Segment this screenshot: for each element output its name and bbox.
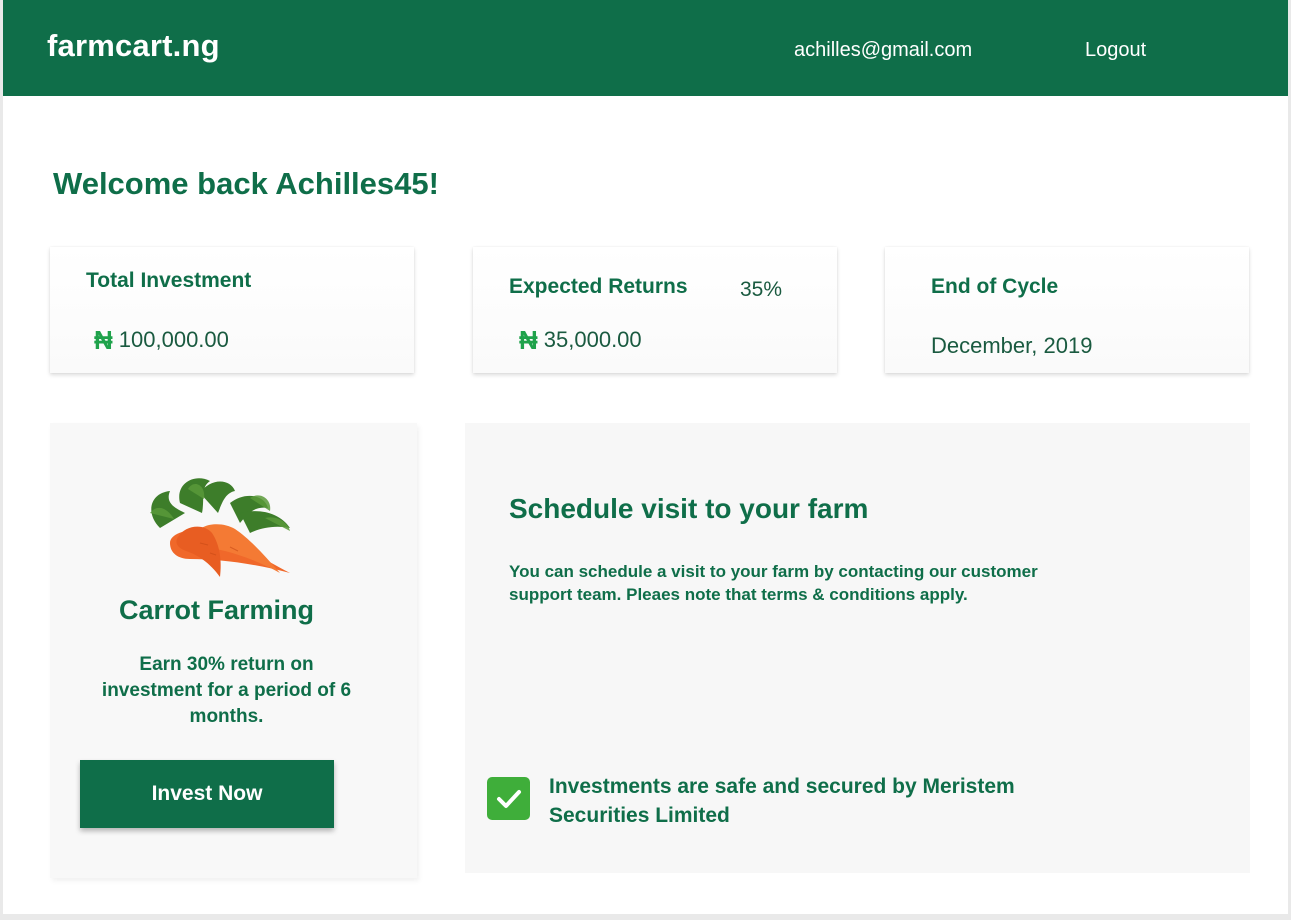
schedule-visit-title: Schedule visit to your farm [509, 493, 869, 524]
naira-icon: ₦ [519, 325, 538, 355]
end-of-cycle-date: December, 2019 [931, 333, 1093, 358]
expected-returns-amount: 35,000.00 [543, 327, 642, 352]
expected-returns-percent: 35% [740, 278, 783, 301]
total-investment-title: Total Investment [86, 269, 252, 292]
total-investment-card: Total Investment ₦ 100,000.00 [50, 247, 414, 373]
end-of-cycle-title: End of Cycle [931, 275, 1059, 298]
naira-icon: ₦ [94, 325, 113, 355]
logout-link[interactable]: Logout [1085, 39, 1146, 62]
schedule-visit-card: Schedule visit to your farm You can sche… [465, 423, 1250, 873]
expected-returns-title: Expected Returns [509, 275, 688, 298]
total-investment-value-row: ₦ 100,000.00 [94, 327, 229, 353]
invest-now-button[interactable]: Invest Now [80, 760, 334, 828]
carrot-icon [150, 478, 290, 577]
product-title: Carrot Farming [118, 595, 315, 625]
top-navbar: farmcart.ng achilles@gmail.com Logout [3, 0, 1288, 96]
carrot-farming-card: Carrot Farming Earn 30% return on invest… [50, 423, 417, 878]
brand-logo[interactable]: farmcart.ng [47, 28, 220, 64]
schedule-visit-text: You can schedule a visit to your farm by… [509, 562, 1038, 604]
expected-returns-value-row: ₦ 35,000.00 [519, 327, 642, 353]
welcome-heading: Welcome back Achilles45! [53, 166, 439, 201]
expected-returns-card: Expected Returns 35% ₦ 35,000.00 [473, 247, 837, 373]
product-description: Earn 30% return on investment for a peri… [101, 654, 352, 727]
security-note: Investments are safe and secured by Meri… [549, 775, 1015, 827]
user-email: achilles@gmail.com [794, 39, 973, 61]
dashboard-page: farmcart.ng achilles@gmail.com Logout We… [3, 0, 1288, 914]
end-of-cycle-card: End of Cycle December, 2019 [885, 247, 1249, 373]
total-investment-amount: 100,000.00 [118, 327, 229, 352]
check-icon [487, 777, 530, 820]
